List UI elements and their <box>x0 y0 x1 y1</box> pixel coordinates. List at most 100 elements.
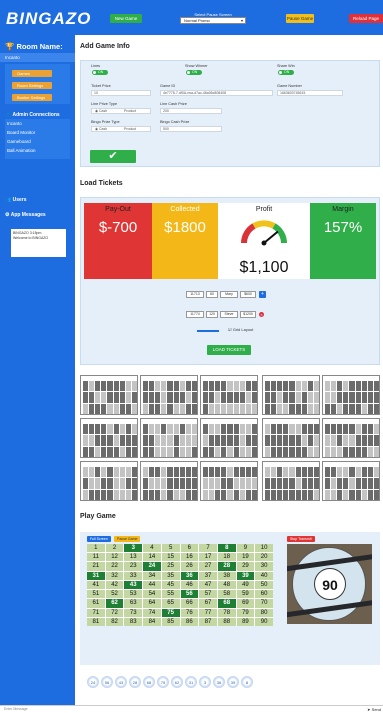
pause-screen-select[interactable]: Normal Promo ▾ <box>180 17 246 24</box>
row1-count-input[interactable]: 60 <box>206 291 218 298</box>
ticket-cell <box>83 489 89 500</box>
ticket-cell <box>221 467 227 478</box>
ticket-cell <box>367 467 373 478</box>
board-number: 14 <box>143 553 161 562</box>
ticket-cell <box>283 403 289 414</box>
ticket-cell <box>367 403 373 414</box>
admin-link-ball-animation[interactable]: Ball Animation <box>7 148 36 153</box>
line-prize-product[interactable]: Product <box>124 109 136 113</box>
ticket-price-input[interactable]: 10 <box>91 90 151 96</box>
ticket-cell <box>271 403 277 414</box>
margin-label: Margin <box>332 206 354 213</box>
ticket-cell <box>107 403 113 414</box>
ticket-cell <box>167 489 173 500</box>
admin-link-board-monitor[interactable]: Board Monitor <box>7 130 35 135</box>
play-pause-game-button[interactable]: Pause Game <box>114 536 141 542</box>
chat-input[interactable]: Enter Message <box>4 707 28 711</box>
room-settings-button[interactable]: Room Settings <box>12 82 52 89</box>
admin-link-incanto[interactable]: Incanto <box>7 121 22 126</box>
ticket-cell <box>107 424 113 435</box>
row1-start-input[interactable]: 11713 <box>186 291 204 298</box>
ticket-cell <box>215 446 221 457</box>
submit-game-info-button[interactable]: ✔ <box>90 150 136 163</box>
add-row-button[interactable]: + <box>259 291 266 298</box>
ticket-card <box>80 418 138 458</box>
ticket-cell <box>251 381 257 392</box>
ticket-cell <box>161 424 167 435</box>
board-number: 21 <box>87 562 105 571</box>
recent-ball: 31 <box>185 676 197 688</box>
ticket-cell <box>251 489 257 500</box>
bingo-prize-product[interactable]: Product <box>124 127 136 131</box>
admin-link-gameboard[interactable]: Gameboard <box>7 139 31 144</box>
grid-layout-checkbox[interactable]: ☑ Grid Layout <box>228 327 253 332</box>
bingo-prize-cash[interactable]: ◉ Cash <box>95 127 107 131</box>
recent-ball: 24 <box>87 676 99 688</box>
line-prize-type-selector[interactable]: ◉ Cash Product <box>91 108 151 114</box>
board-number: 73 <box>124 608 143 617</box>
bunker-settings-button[interactable]: Bunker Settings <box>12 94 52 101</box>
board-number: 61 <box>87 599 105 608</box>
ticket-cell <box>271 424 277 435</box>
ticket-cell <box>343 424 349 435</box>
game-number-input[interactable]: 1663603745615 <box>277 90 343 96</box>
send-button[interactable]: ➤ Send <box>367 707 381 712</box>
remove-row-icon[interactable]: × <box>259 312 264 317</box>
top-bar: BINGAZO New Game Select Pause Screen Nor… <box>0 0 383 35</box>
row1-name-select[interactable]: Mary <box>220 291 238 298</box>
ticket-cell <box>215 435 221 446</box>
reload-page-button[interactable]: Reload Page <box>349 14 383 23</box>
ticket-cell <box>185 424 191 435</box>
ticket-card <box>262 375 320 415</box>
show-winner-toggle[interactable]: ON <box>186 70 202 75</box>
app-messages-header[interactable]: ⚙ App Messages <box>5 212 46 218</box>
payout-label: Pay-Out <box>105 206 131 213</box>
board-number: 6 <box>180 544 199 553</box>
ticket-cell <box>89 392 95 403</box>
new-game-button[interactable]: New Game <box>110 14 142 23</box>
ticket-cell <box>173 446 179 457</box>
row2-count-input[interactable]: 120 <box>206 311 218 318</box>
row1-amount-input[interactable]: $600 <box>240 291 256 298</box>
line-prize-type-label: Line Prize Type <box>91 102 118 106</box>
board-number: 46 <box>180 580 199 590</box>
board-number: 68 <box>217 599 236 608</box>
ticket-cell <box>221 403 227 414</box>
share-win-toggle[interactable]: ON <box>278 70 294 75</box>
ticket-cell <box>203 392 209 403</box>
ticket-cell <box>343 381 349 392</box>
bingo-cash-prize-input[interactable]: 500 <box>160 126 222 132</box>
ticket-cell <box>131 478 137 489</box>
users-header[interactable]: 👥 Users <box>5 197 27 203</box>
ticket-cell <box>313 392 319 403</box>
lines-toggle[interactable]: ON <box>92 70 108 75</box>
users-icon: 👥 <box>5 197 12 203</box>
stop-transmit-button[interactable]: Stop Transmit <box>287 536 315 542</box>
bingo-prize-type-selector[interactable]: ◉ Cash Product <box>91 126 151 132</box>
collected-card: Collected $1800 <box>152 203 218 279</box>
ticket-cell <box>295 435 301 446</box>
ticket-cell <box>361 467 367 478</box>
pause-game-button[interactable]: Pause Game <box>286 14 314 23</box>
ticket-cell <box>239 392 245 403</box>
games-button[interactable]: Games <box>12 70 52 77</box>
game-id-input[interactable]: 4e7775-7-df0A-nsa-d7ac-46a06c808408 <box>160 90 273 96</box>
ticket-cell <box>289 478 295 489</box>
profit-label: Profit <box>255 206 273 213</box>
line-prize-cash[interactable]: ◉ Cash <box>95 109 107 113</box>
ticket-cell <box>227 403 233 414</box>
full-screen-button[interactable]: Full Screen <box>87 536 111 542</box>
row2-name-select[interactable]: Steve <box>220 311 238 318</box>
board-number: 25 <box>161 562 180 571</box>
ticket-cell <box>125 392 131 403</box>
ticket-cell <box>265 489 271 500</box>
ticket-cell <box>325 435 331 446</box>
ticket-cell <box>373 403 379 414</box>
line-cash-prize-label: Line Cash Prize <box>160 102 187 106</box>
row2-start-input[interactable]: 11774 <box>186 311 204 318</box>
line-cash-prize-input[interactable]: 200 <box>160 108 222 114</box>
row2-amount-input[interactable]: $1200 <box>240 311 256 318</box>
ticket-cell <box>373 392 379 403</box>
grid-size-slider[interactable] <box>197 330 219 332</box>
load-tickets-button[interactable]: LOAD TICKETS <box>207 345 251 355</box>
